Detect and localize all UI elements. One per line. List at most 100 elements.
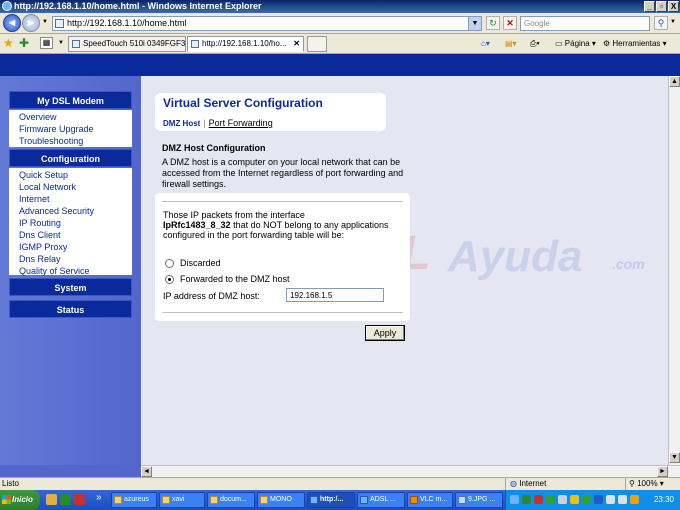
zoom-control[interactable]: ⚲ 100% ▾ bbox=[625, 478, 664, 490]
ie-logo-icon bbox=[2, 1, 12, 11]
subtab-dmz-host[interactable]: DMZ Host bbox=[163, 119, 200, 128]
taskbar-item-ie[interactable]: http:/... bbox=[307, 492, 355, 508]
page-menu[interactable]: ▭ Página ▾ bbox=[555, 38, 596, 50]
image-icon bbox=[458, 496, 466, 504]
refresh-icon[interactable]: ↻ bbox=[486, 16, 500, 30]
network-icon[interactable] bbox=[510, 495, 519, 504]
dmz-ip-input[interactable] bbox=[286, 288, 384, 302]
menu-item-advanced-security[interactable]: Advanced Security bbox=[19, 205, 132, 217]
taskbar-item-azureus[interactable]: azureus bbox=[111, 492, 157, 508]
print-icon[interactable]: ⎙▾ bbox=[530, 38, 540, 50]
menu-item-internet[interactable]: Internet bbox=[19, 193, 132, 205]
search-icon[interactable]: ⚲ bbox=[654, 16, 668, 30]
taskbar-item-vlc[interactable]: VLC m... bbox=[407, 492, 453, 508]
scroll-right-icon[interactable]: ► bbox=[657, 466, 668, 477]
radio-forwarded-label: Forwarded to the DMZ host bbox=[180, 274, 290, 284]
tab-current[interactable]: http://192.168.1.10/ho... ✕ bbox=[187, 36, 304, 52]
page-title: Virtual Server Configuration bbox=[163, 96, 323, 110]
search-options-icon[interactable]: ▼ bbox=[670, 19, 676, 25]
quick-tabs-icon[interactable]: ▦ bbox=[40, 37, 53, 49]
radio-discarded[interactable] bbox=[165, 259, 174, 268]
favorites-star-icon[interactable]: ★ bbox=[3, 37, 14, 49]
taskbar-item-xavi[interactable]: xavi bbox=[159, 492, 205, 508]
zone-label: Internet bbox=[519, 479, 547, 488]
tab-label: http://192.168.1.10/ho... bbox=[202, 39, 287, 48]
home-icon[interactable]: ⌂▾ bbox=[481, 38, 490, 50]
tray-app-icon[interactable] bbox=[594, 495, 603, 504]
antivirus-icon[interactable] bbox=[534, 495, 543, 504]
tray-app-icon[interactable] bbox=[570, 495, 579, 504]
menu-item-troubleshooting[interactable]: Troubleshooting bbox=[19, 135, 132, 147]
back-arrow-icon[interactable]: ◄ bbox=[3, 14, 21, 32]
task-label: ADSL ... bbox=[370, 496, 396, 503]
minimize-button[interactable]: _ bbox=[644, 1, 655, 12]
task-label: 9.JPG ... bbox=[468, 496, 496, 503]
quicklaunch-app-icon[interactable] bbox=[60, 494, 71, 505]
address-field[interactable]: http://192.168.1.10/home.html ▼ bbox=[52, 16, 482, 31]
address-dropdown-icon[interactable]: ▼ bbox=[468, 17, 481, 30]
tab-page-icon bbox=[72, 40, 80, 48]
tray-app-icon[interactable] bbox=[606, 495, 615, 504]
divider bbox=[162, 201, 403, 202]
feeds-icon[interactable]: ▤▾ bbox=[505, 38, 517, 50]
menu-item-quality-of-service[interactable]: Quality of Service bbox=[19, 265, 132, 277]
menu-item-quick-setup[interactable]: Quick Setup bbox=[19, 169, 132, 181]
scroll-left-icon[interactable]: ◄ bbox=[141, 466, 152, 477]
add-favorite-icon[interactable]: ✚ bbox=[19, 37, 29, 49]
folder-icon bbox=[210, 496, 218, 504]
menu-heading-status[interactable]: Status bbox=[9, 300, 132, 318]
stop-icon[interactable]: ✕ bbox=[503, 16, 517, 30]
quicklaunch-more[interactable]: » bbox=[96, 492, 102, 503]
tray-app-icon[interactable] bbox=[618, 495, 627, 504]
folder-icon bbox=[114, 496, 122, 504]
quicklaunch-folder-icon[interactable] bbox=[46, 494, 57, 505]
vlc-icon bbox=[410, 496, 418, 504]
taskbar-item-jpg[interactable]: 9.JPG ... bbox=[455, 492, 503, 508]
vertical-scrollbar[interactable]: ▲ ▼ bbox=[668, 76, 680, 465]
menu-item-ip-routing[interactable]: IP Routing bbox=[19, 217, 132, 229]
forward-arrow-icon[interactable]: ► bbox=[22, 14, 40, 32]
left-navigation: My DSL Modem Overview Firmware Upgrade T… bbox=[0, 76, 141, 465]
menu-heading-my-dsl-modem[interactable]: My DSL Modem bbox=[9, 91, 132, 109]
menu-item-firmware-upgrade[interactable]: Firmware Upgrade bbox=[19, 123, 132, 135]
page-menu-label: Página bbox=[564, 39, 590, 48]
security-zone: ◍ Internet bbox=[505, 478, 595, 490]
windows-flag-icon bbox=[2, 495, 11, 504]
menu-heading-configuration[interactable]: Configuration bbox=[9, 149, 132, 167]
new-tab-button[interactable] bbox=[307, 36, 327, 52]
search-placeholder: Google bbox=[524, 19, 550, 28]
menu-item-dns-client[interactable]: Dns Client bbox=[19, 229, 132, 241]
taskbar-item-adsl[interactable]: ADSL ... bbox=[357, 492, 405, 508]
tab-speedtouch[interactable]: SpeedTouch 510i 0349FGF3G bbox=[68, 36, 186, 52]
menu-item-igmp-proxy[interactable]: IGMP Proxy bbox=[19, 241, 132, 253]
history-dropdown-icon[interactable]: ▼ bbox=[42, 19, 48, 25]
start-button[interactable]: Inicio bbox=[0, 490, 40, 510]
tray-app-icon[interactable] bbox=[558, 495, 567, 504]
maximize-button[interactable]: ▫ bbox=[656, 1, 667, 12]
menu-item-dns-relay[interactable]: Dns Relay bbox=[19, 253, 132, 265]
scroll-down-icon[interactable]: ▼ bbox=[669, 452, 680, 463]
window-title-bar: http://192.168.1.10/home.html - Windows … bbox=[0, 0, 680, 13]
scroll-up-icon[interactable]: ▲ bbox=[669, 76, 680, 87]
subtab-port-forwarding[interactable]: Port Forwarding bbox=[209, 118, 273, 128]
taskbar-item-docum[interactable]: docum... bbox=[207, 492, 255, 508]
tray-app-icon[interactable] bbox=[546, 495, 555, 504]
tray-app-icon[interactable] bbox=[522, 495, 531, 504]
menu-item-local-network[interactable]: Local Network bbox=[19, 181, 132, 193]
quicklaunch-media-icon[interactable] bbox=[74, 494, 85, 505]
radio-forwarded[interactable] bbox=[165, 275, 174, 284]
tools-menu[interactable]: ⚙ Herramientas ▾ bbox=[603, 38, 667, 50]
status-bar: Listo ◍ Internet ⚲ 100% ▾ bbox=[0, 477, 680, 490]
close-tab-icon[interactable]: ✕ bbox=[293, 37, 300, 51]
search-input[interactable]: Google bbox=[520, 16, 650, 31]
menu-heading-system[interactable]: System bbox=[9, 278, 132, 296]
menu-item-overview[interactable]: Overview bbox=[19, 111, 132, 123]
horizontal-scrollbar[interactable]: ◄ ► bbox=[141, 465, 680, 477]
watermark-text-ayuda: Ayuda bbox=[448, 232, 583, 281]
close-window-button[interactable]: X bbox=[668, 1, 679, 12]
taskbar-item-mono[interactable]: MONO bbox=[257, 492, 305, 508]
tray-app-icon[interactable] bbox=[582, 495, 591, 504]
tab-list-icon[interactable]: ▼ bbox=[58, 40, 64, 46]
apply-button[interactable]: Apply bbox=[365, 325, 405, 341]
volume-icon[interactable] bbox=[630, 495, 639, 504]
